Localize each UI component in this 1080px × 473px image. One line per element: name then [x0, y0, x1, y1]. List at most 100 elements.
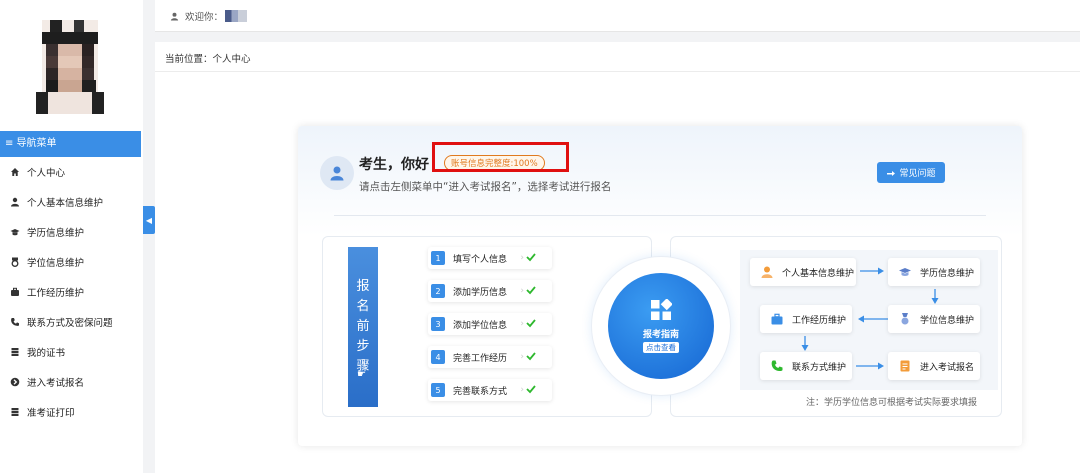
user-icon — [10, 197, 20, 207]
pointing-hand-icon — [887, 170, 896, 176]
sidebar-item-label: 我的证书 — [27, 348, 66, 359]
flow-node-label: 工作经历维护 — [792, 315, 847, 326]
sidebar-item-contact-security[interactable]: 联系方式及密保问题 — [0, 307, 141, 337]
flow-node-label: 进入考试报名 — [920, 362, 975, 373]
user-icon — [170, 12, 179, 21]
medal-icon — [898, 312, 912, 326]
check-icon — [526, 385, 536, 394]
username-redacted — [225, 10, 248, 22]
sidebar-item-label: 个人基本信息维护 — [27, 198, 104, 209]
sidebar-item-education[interactable]: 学历信息维护 — [0, 217, 141, 247]
graduation-cap-icon — [898, 265, 912, 279]
sidebar-item-label: 学位信息维护 — [27, 258, 85, 269]
step-number: 1 — [431, 251, 445, 265]
avatar-icon — [320, 156, 354, 190]
flow-node-contact[interactable]: 联系方式维护 — [760, 352, 852, 380]
form-orange-icon — [898, 359, 912, 373]
steps-banner: 报名前步骤 ☛ — [348, 247, 378, 407]
sidebar-item-work-history[interactable]: 工作经历维护 — [0, 277, 141, 307]
arrow-left-icon — [858, 315, 888, 323]
topbar: 欢迎你： — [155, 0, 1080, 32]
flow-node-education[interactable]: 学历信息维护 — [888, 258, 980, 286]
welcome-label: 欢迎你： — [185, 12, 224, 23]
breadcrumb-bar: 当前位置：个人中心 — [155, 42, 1080, 72]
steps-banner-text: 报名前步骤 — [356, 279, 370, 374]
sidebar-item-label: 准考证打印 — [27, 408, 75, 419]
check-icon — [526, 352, 536, 361]
faq-button-label: 常见问题 — [899, 169, 936, 179]
welcome-text: 欢迎你： — [170, 9, 248, 23]
grid-icon — [651, 299, 672, 320]
sidebar-item-my-certificates[interactable]: 我的证书 — [0, 337, 141, 367]
sidebar-item-label: 进入考试报名 — [27, 378, 85, 389]
home-icon — [10, 167, 20, 177]
sidebar-item-admission-ticket-print[interactable]: 准考证打印 — [0, 397, 141, 427]
step-item[interactable]: 3 添加学位信息 › — [428, 313, 552, 335]
flow-node-degree[interactable]: 学位信息维护 — [888, 305, 980, 333]
nav-menu-header: ≡ 导航菜单 — [0, 131, 141, 157]
flow-node-label: 学位信息维护 — [920, 315, 975, 326]
arrow-down-icon — [931, 289, 939, 304]
step-item[interactable]: 5 完善联系方式 › — [428, 379, 552, 401]
chevron-right-icon: › — [520, 319, 524, 329]
arrow-right-icon — [860, 267, 884, 275]
chevron-right-icon: › — [520, 286, 524, 296]
flow-node-label: 个人基本信息维护 — [782, 268, 855, 279]
exam-guide-button[interactable]: 报考指南 点击查看 — [608, 273, 714, 379]
greeting-subtitle: 请点击左侧菜单中“进入考试报名”，选择考试进行报名 — [359, 181, 612, 193]
pointing-hand-icon: ☛ — [357, 369, 366, 380]
personal-center-card: 考生，你好 账号信息完整度:100% 请点击左侧菜单中“进入考试报名”，选择考试… — [298, 126, 1022, 446]
chevron-right-icon: › — [520, 352, 524, 362]
sidebar: ≡ 导航菜单 个人中心 个人基本信息维护 学历信息维护 学位信息维护 工作经历维… — [0, 0, 143, 473]
chevron-right-icon: › — [520, 385, 524, 395]
medal-icon — [10, 257, 20, 267]
phone-green-icon — [770, 359, 784, 373]
chevron-right-icon: › — [520, 253, 524, 263]
sidebar-item-enter-exam-registration[interactable]: 进入考试报名 — [0, 367, 141, 397]
flow-node-label: 学历信息维护 — [920, 268, 975, 279]
check-icon — [526, 319, 536, 328]
step-number: 3 — [431, 317, 445, 331]
sidebar-item-degree[interactable]: 学位信息维护 — [0, 247, 141, 277]
sidebar-item-label: 学历信息维护 — [27, 228, 85, 239]
step-number: 5 — [431, 383, 445, 397]
greeting-title: 考生，你好 — [359, 157, 429, 173]
print-icon — [10, 407, 20, 417]
sidebar-collapse-toggle[interactable]: ◀ — [143, 206, 155, 234]
guide-action-label: 点击查看 — [643, 342, 679, 353]
briefcase-icon — [770, 312, 784, 326]
certificate-icon — [10, 347, 20, 357]
avatar — [32, 20, 108, 114]
sidebar-item-label: 工作经历维护 — [27, 288, 85, 299]
flow-note: 注：学历学位信息可根据考试实际要求填报 — [806, 398, 978, 408]
phone-icon — [10, 317, 20, 327]
flow-node-basic-info[interactable]: 个人基本信息维护 — [750, 258, 856, 286]
step-label: 完善联系方式 — [453, 386, 508, 397]
breadcrumb: 当前位置：个人中心 — [165, 54, 251, 65]
step-number: 4 — [431, 350, 445, 364]
sidebar-item-label: 联系方式及密保问题 — [27, 318, 113, 329]
step-label: 完善工作经历 — [453, 353, 508, 364]
graduation-cap-icon — [10, 227, 20, 237]
flow-node-enter-exam[interactable]: 进入考试报名 — [888, 352, 980, 380]
briefcase-icon — [10, 287, 20, 297]
divider — [334, 215, 986, 216]
faq-button[interactable]: 常见问题 — [877, 162, 945, 183]
sidebar-item-personal-center[interactable]: 个人中心 — [0, 157, 141, 187]
flow-node-work-history[interactable]: 工作经历维护 — [760, 305, 852, 333]
step-item[interactable]: 2 添加学历信息 › — [428, 280, 552, 302]
step-number: 2 — [431, 284, 445, 298]
step-item[interactable]: 4 完善工作经历 › — [428, 346, 552, 368]
sidebar-item-basic-info[interactable]: 个人基本信息维护 — [0, 187, 141, 217]
sidebar-item-label: 个人中心 — [27, 168, 66, 179]
check-icon — [526, 253, 536, 262]
highlight-box — [432, 142, 569, 172]
arrow-circle-icon — [10, 377, 20, 387]
check-icon — [526, 286, 536, 295]
flow-node-label: 联系方式维护 — [792, 362, 847, 373]
arrow-down-icon — [801, 336, 809, 351]
step-item[interactable]: 1 填写个人信息 › — [428, 247, 552, 269]
step-label: 填写个人信息 — [453, 254, 508, 265]
person-orange-icon — [760, 265, 774, 279]
step-label: 添加学位信息 — [453, 320, 508, 331]
